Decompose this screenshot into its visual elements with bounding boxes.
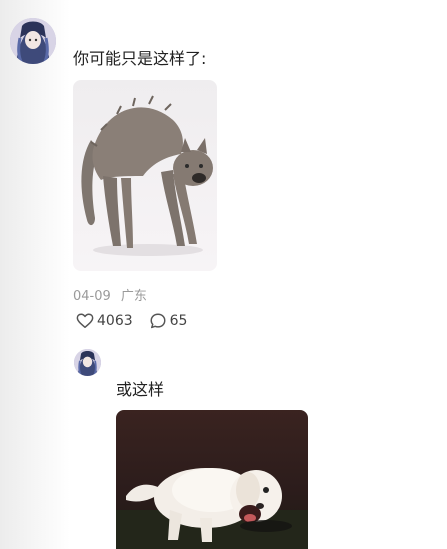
comment-image-arched-cat[interactable] bbox=[73, 80, 217, 271]
comment-bubble-icon bbox=[150, 313, 166, 329]
reply-image-white-dog[interactable] bbox=[116, 410, 308, 549]
arched-cat-image bbox=[73, 80, 217, 271]
comment-actions: 4063 65 bbox=[76, 312, 203, 330]
comment-location: 广东 bbox=[120, 289, 147, 304]
heart-outline-icon bbox=[76, 313, 94, 329]
reply-avatar[interactable] bbox=[74, 349, 101, 376]
comment-text: 你可能只是这样了: bbox=[73, 49, 207, 68]
comment-date: 04-09 bbox=[73, 289, 111, 304]
commenter-avatar[interactable] bbox=[10, 18, 56, 64]
reply-button[interactable]: 65 bbox=[149, 312, 188, 330]
avatar-image bbox=[10, 18, 56, 64]
avatar-image bbox=[74, 349, 101, 376]
reply-text: 或这样 bbox=[116, 380, 165, 399]
like-button[interactable]: 4063 bbox=[76, 312, 133, 330]
reply-count: 65 bbox=[169, 313, 188, 329]
white-dog-image bbox=[116, 410, 308, 549]
like-count: 4063 bbox=[97, 313, 133, 329]
comment-meta: 04-09 广东 bbox=[73, 285, 153, 304]
